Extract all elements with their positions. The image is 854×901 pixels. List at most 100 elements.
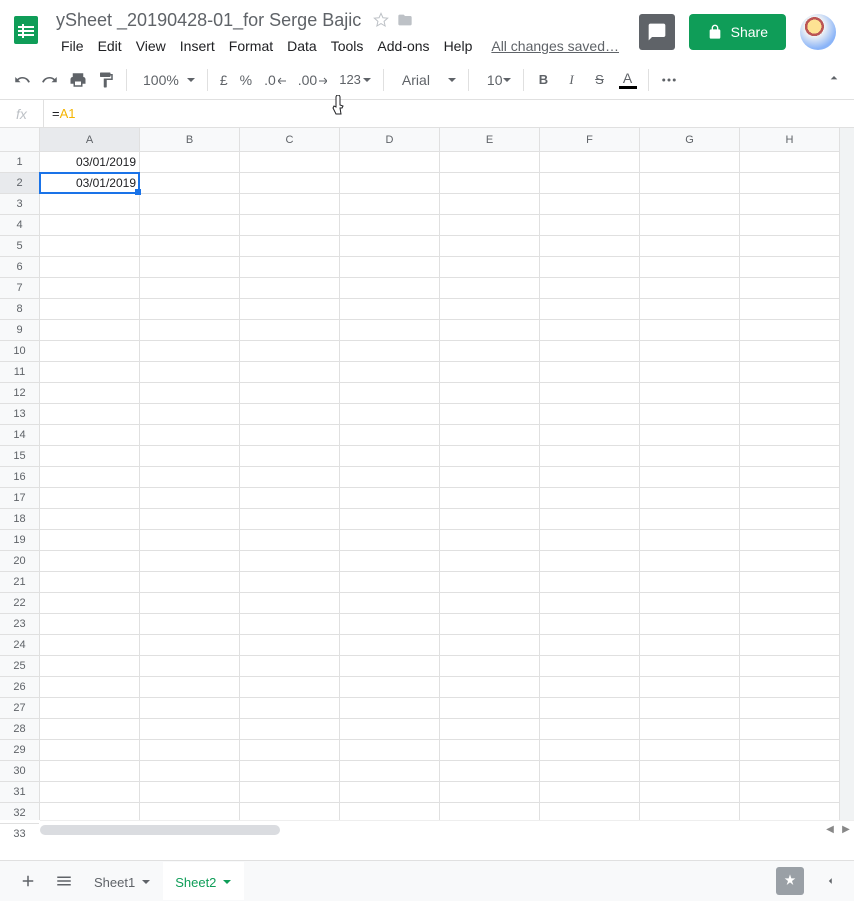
scroll-thumb[interactable] bbox=[40, 825, 280, 835]
cell-H7[interactable] bbox=[740, 278, 840, 299]
cell-F3[interactable] bbox=[540, 194, 640, 215]
cell-B21[interactable] bbox=[140, 572, 240, 593]
cell-F12[interactable] bbox=[540, 383, 640, 404]
cell-E11[interactable] bbox=[440, 362, 540, 383]
cell-E10[interactable] bbox=[440, 341, 540, 362]
cell-B1[interactable] bbox=[140, 152, 240, 173]
cell-C21[interactable] bbox=[240, 572, 340, 593]
collapse-sidebar-button[interactable] bbox=[816, 867, 844, 895]
cell-A29[interactable] bbox=[40, 740, 140, 761]
menu-insert[interactable]: Insert bbox=[173, 34, 222, 58]
row-header-1[interactable]: 1 bbox=[0, 152, 39, 173]
cell-H22[interactable] bbox=[740, 593, 840, 614]
row-header-20[interactable]: 20 bbox=[0, 551, 39, 572]
cell-B2[interactable] bbox=[140, 173, 240, 194]
cell-A6[interactable] bbox=[40, 257, 140, 278]
row-header-16[interactable]: 16 bbox=[0, 467, 39, 488]
cell-A10[interactable] bbox=[40, 341, 140, 362]
cell-D11[interactable] bbox=[340, 362, 440, 383]
cell-E26[interactable] bbox=[440, 677, 540, 698]
cell-F13[interactable] bbox=[540, 404, 640, 425]
cell-H10[interactable] bbox=[740, 341, 840, 362]
cell-D5[interactable] bbox=[340, 236, 440, 257]
cell-H27[interactable] bbox=[740, 698, 840, 719]
cell-E19[interactable] bbox=[440, 530, 540, 551]
row-header-21[interactable]: 21 bbox=[0, 572, 39, 593]
cell-B10[interactable] bbox=[140, 341, 240, 362]
cell-C28[interactable] bbox=[240, 719, 340, 740]
add-sheet-button[interactable] bbox=[10, 863, 46, 899]
row-header-4[interactable]: 4 bbox=[0, 215, 39, 236]
cell-A4[interactable] bbox=[40, 215, 140, 236]
cell-F18[interactable] bbox=[540, 509, 640, 530]
menu-help[interactable]: Help bbox=[437, 34, 480, 58]
horizontal-scrollbar[interactable]: ◀ ▶ bbox=[40, 820, 854, 838]
row-header-27[interactable]: 27 bbox=[0, 698, 39, 719]
cell-F16[interactable] bbox=[540, 467, 640, 488]
cell-F7[interactable] bbox=[540, 278, 640, 299]
cell-H2[interactable] bbox=[740, 173, 840, 194]
cell-C27[interactable] bbox=[240, 698, 340, 719]
folder-icon[interactable] bbox=[395, 10, 415, 30]
cell-G23[interactable] bbox=[640, 614, 740, 635]
cell-A31[interactable] bbox=[40, 782, 140, 803]
cell-D13[interactable] bbox=[340, 404, 440, 425]
cell-F29[interactable] bbox=[540, 740, 640, 761]
cell-B27[interactable] bbox=[140, 698, 240, 719]
cell-B11[interactable] bbox=[140, 362, 240, 383]
row-header-33[interactable]: 33 bbox=[0, 824, 39, 838]
cell-G27[interactable] bbox=[640, 698, 740, 719]
cell-E23[interactable] bbox=[440, 614, 540, 635]
cell-A8[interactable] bbox=[40, 299, 140, 320]
cell-F2[interactable] bbox=[540, 173, 640, 194]
cell-D26[interactable] bbox=[340, 677, 440, 698]
font-select[interactable]: Arial bbox=[390, 72, 462, 88]
cell-G25[interactable] bbox=[640, 656, 740, 677]
comments-button[interactable] bbox=[639, 14, 675, 50]
cell-E8[interactable] bbox=[440, 299, 540, 320]
cell-F10[interactable] bbox=[540, 341, 640, 362]
cell-D30[interactable] bbox=[340, 761, 440, 782]
cell-E28[interactable] bbox=[440, 719, 540, 740]
cell-C9[interactable] bbox=[240, 320, 340, 341]
cell-C13[interactable] bbox=[240, 404, 340, 425]
cell-A3[interactable] bbox=[40, 194, 140, 215]
cell-E21[interactable] bbox=[440, 572, 540, 593]
cell-B17[interactable] bbox=[140, 488, 240, 509]
currency-button[interactable]: £ bbox=[214, 66, 234, 94]
cell-D6[interactable] bbox=[340, 257, 440, 278]
cell-H5[interactable] bbox=[740, 236, 840, 257]
cell-C15[interactable] bbox=[240, 446, 340, 467]
cell-C8[interactable] bbox=[240, 299, 340, 320]
cell-F4[interactable] bbox=[540, 215, 640, 236]
cell-B3[interactable] bbox=[140, 194, 240, 215]
menu-file[interactable]: File bbox=[54, 34, 91, 58]
cell-D24[interactable] bbox=[340, 635, 440, 656]
collapse-toolbar-button[interactable] bbox=[822, 66, 846, 93]
col-header-C[interactable]: C bbox=[240, 128, 340, 151]
cell-G9[interactable] bbox=[640, 320, 740, 341]
cell-G28[interactable] bbox=[640, 719, 740, 740]
cell-B30[interactable] bbox=[140, 761, 240, 782]
cell-C1[interactable] bbox=[240, 152, 340, 173]
cell-A25[interactable] bbox=[40, 656, 140, 677]
paint-format-button[interactable] bbox=[92, 66, 120, 94]
cell-C12[interactable] bbox=[240, 383, 340, 404]
cell-D10[interactable] bbox=[340, 341, 440, 362]
cell-G21[interactable] bbox=[640, 572, 740, 593]
cell-G6[interactable] bbox=[640, 257, 740, 278]
cell-A14[interactable] bbox=[40, 425, 140, 446]
cell-H23[interactable] bbox=[740, 614, 840, 635]
cell-H12[interactable] bbox=[740, 383, 840, 404]
cell-G3[interactable] bbox=[640, 194, 740, 215]
cell-B15[interactable] bbox=[140, 446, 240, 467]
cell-F31[interactable] bbox=[540, 782, 640, 803]
cell-D16[interactable] bbox=[340, 467, 440, 488]
scroll-right-icon[interactable]: ▶ bbox=[838, 822, 854, 838]
row-header-30[interactable]: 30 bbox=[0, 761, 39, 782]
print-button[interactable] bbox=[64, 66, 92, 94]
row-header-9[interactable]: 9 bbox=[0, 320, 39, 341]
row-header-17[interactable]: 17 bbox=[0, 488, 39, 509]
cell-C4[interactable] bbox=[240, 215, 340, 236]
row-header-31[interactable]: 31 bbox=[0, 782, 39, 803]
